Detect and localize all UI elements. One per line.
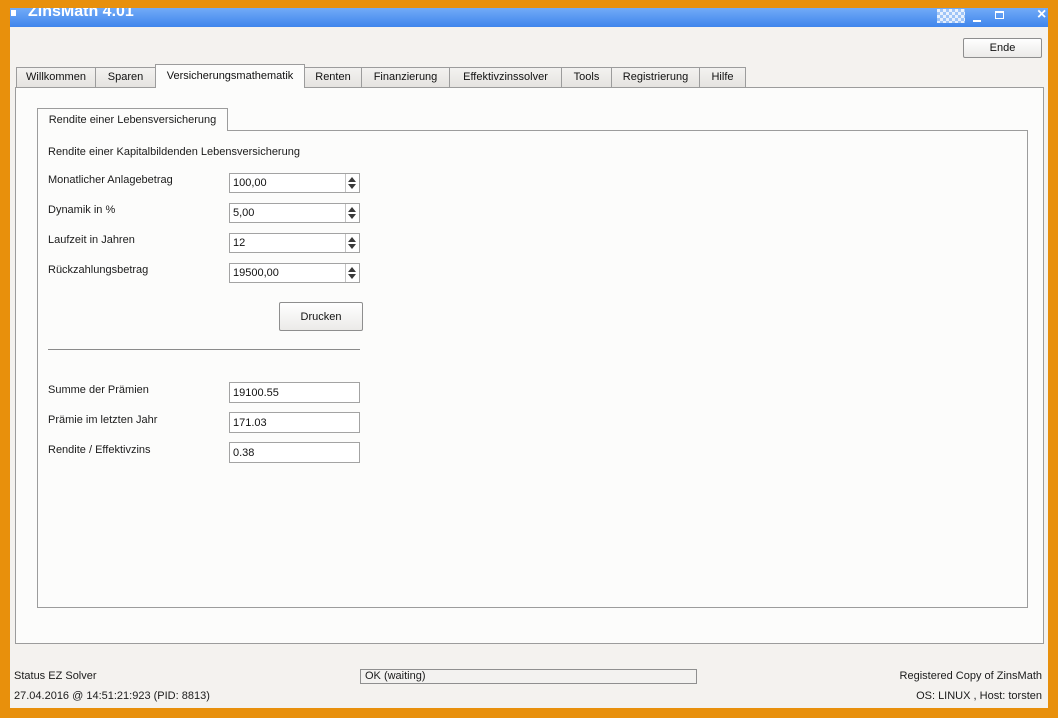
app-icon[interactable] (11, 10, 16, 16)
spinner-buttons (345, 234, 359, 252)
rueckzahlung-spinner (229, 263, 360, 283)
rueckzahlung-input[interactable] (230, 264, 344, 282)
spinner-up-arrow-icon[interactable] (348, 237, 356, 242)
drucken-button[interactable]: Drucken (279, 302, 363, 331)
monthly-amount-spinner (229, 173, 360, 193)
spinner-down-arrow-icon[interactable] (348, 184, 356, 189)
spinner-down-arrow-icon[interactable] (348, 274, 356, 279)
tab-sparen[interactable]: Sparen (95, 67, 156, 87)
close-icon[interactable]: × (1037, 8, 1046, 25)
spinner-buttons (345, 264, 359, 282)
screen: ZinsMath 4.01 × Ende Willkommen Sparen V… (0, 0, 1058, 718)
spinner-up-arrow-icon[interactable] (348, 267, 356, 272)
rueckzahlung-label: Rückzahlungsbetrag (48, 264, 149, 276)
monthly-amount-label: Monatlicher Anlagebetrag (48, 174, 173, 186)
tab-tools[interactable]: Tools (561, 67, 612, 87)
separator (48, 349, 360, 350)
tab-versicherungsmathematik[interactable]: Versicherungsmathematik (155, 64, 305, 88)
tab-effektivzinssolver[interactable]: Effektivzinssolver (449, 67, 562, 87)
system-info-text: OS: LINUX , Host: torsten (916, 690, 1042, 702)
rendite-effektivzins-label: Rendite / Effektivzins (48, 444, 151, 456)
registration-text: Registered Copy of ZinsMath (899, 670, 1042, 682)
subtab-panel (37, 130, 1028, 608)
minimize-icon[interactable] (973, 20, 981, 22)
spinner-buttons (345, 174, 359, 192)
spinner-up-arrow-icon[interactable] (348, 177, 356, 182)
summe-praemien-label: Summe der Prämien (48, 384, 149, 396)
monthly-amount-input[interactable] (230, 174, 344, 192)
window-title: ZinsMath 4.01 (28, 8, 134, 20)
dynamik-label: Dynamik in % (48, 204, 116, 216)
tab-renten[interactable]: Renten (304, 67, 362, 87)
praemie-letztes-jahr-label: Prämie im letzten Jahr (48, 414, 158, 426)
maximize-icon[interactable] (995, 11, 1004, 19)
title-pattern-decoration (937, 9, 965, 23)
status-message: OK (waiting) (360, 669, 697, 684)
laufzeit-label: Laufzeit in Jahren (48, 234, 135, 246)
ende-button[interactable]: Ende (963, 38, 1042, 58)
form-heading: Rendite einer Kapitalbildenden Lebensver… (48, 146, 300, 158)
summe-praemien-field[interactable] (229, 382, 360, 403)
tab-willkommen[interactable]: Willkommen (16, 67, 96, 87)
rendite-effektivzins-field[interactable] (229, 442, 360, 463)
spinner-up-arrow-icon[interactable] (348, 207, 356, 212)
dynamik-spinner (229, 203, 360, 223)
timestamp-text: 27.04.2016 @ 14:51:21:923 (PID: 8813) (14, 690, 210, 702)
spinner-down-arrow-icon[interactable] (348, 244, 356, 249)
subtab-rendite-lebensversicherung[interactable]: Rendite einer Lebensversicherung (37, 108, 228, 131)
spinner-down-arrow-icon[interactable] (348, 214, 356, 219)
title-bar[interactable]: ZinsMath 4.01 × (10, 8, 1048, 27)
tab-hilfe[interactable]: Hilfe (699, 67, 746, 87)
laufzeit-spinner (229, 233, 360, 253)
tab-finanzierung[interactable]: Finanzierung (361, 67, 450, 87)
spinner-buttons (345, 204, 359, 222)
status-label: Status EZ Solver (14, 670, 97, 682)
laufzeit-input[interactable] (230, 234, 344, 252)
praemie-letztes-jahr-field[interactable] (229, 412, 360, 433)
tab-registrierung[interactable]: Registrierung (611, 67, 700, 87)
dynamik-input[interactable] (230, 204, 344, 222)
